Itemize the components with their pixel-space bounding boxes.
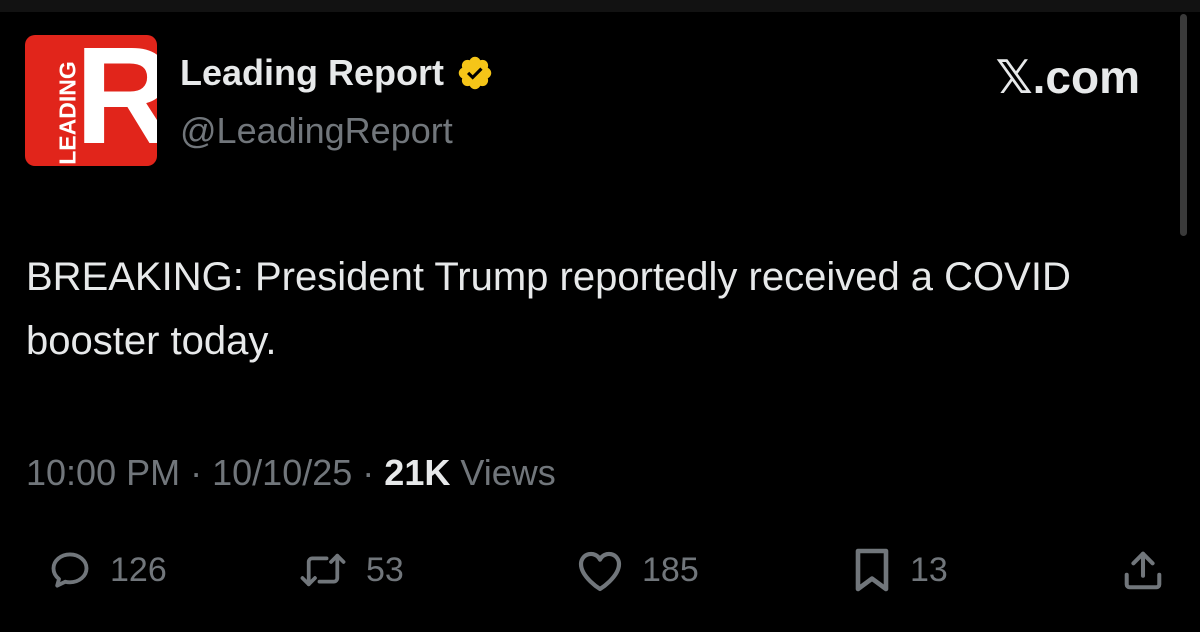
reply-button[interactable]: 126 bbox=[48, 543, 167, 597]
top-bar bbox=[0, 0, 1200, 12]
display-name[interactable]: Leading Report bbox=[180, 50, 444, 96]
brand-domain: .com bbox=[1032, 51, 1140, 103]
avatar-letter: R bbox=[75, 35, 157, 166]
meta-separator: · bbox=[190, 452, 203, 493]
brand-mark: 𝕏.com bbox=[996, 49, 1140, 105]
share-button[interactable] bbox=[1120, 543, 1166, 597]
share-icon bbox=[1124, 551, 1162, 590]
bookmark-icon bbox=[855, 548, 889, 592]
bookmark-button[interactable]: 13 bbox=[852, 543, 948, 597]
tweet-text: BREAKING: President Trump reportedly rec… bbox=[26, 255, 1071, 363]
tweet-date[interactable]: 10/10/25 bbox=[212, 452, 352, 493]
action-bar: 126 53 185 13 bbox=[0, 543, 1200, 597]
like-count: 185 bbox=[642, 550, 699, 589]
tweet-meta: 10:00 PM · 10/10/25 · 21K Views bbox=[26, 450, 556, 496]
repost-icon bbox=[300, 553, 346, 587]
heart-icon bbox=[578, 551, 622, 592]
reply-count: 126 bbox=[110, 550, 167, 589]
repost-count: 53 bbox=[366, 550, 404, 589]
meta-separator: · bbox=[362, 452, 375, 493]
like-button[interactable]: 185 bbox=[576, 543, 699, 597]
bookmark-count: 13 bbox=[910, 550, 948, 589]
author-handle[interactable]: @LeadingReport bbox=[180, 108, 453, 154]
repost-button[interactable]: 53 bbox=[298, 543, 404, 597]
views-count: 21K bbox=[384, 452, 451, 493]
avatar[interactable]: LEADING R bbox=[25, 35, 157, 166]
author-name-row: Leading Report bbox=[180, 50, 494, 96]
views-label: Views bbox=[460, 452, 556, 493]
verified-badge-icon bbox=[456, 54, 494, 92]
x-logo-icon: 𝕏 bbox=[995, 50, 1033, 104]
reply-icon bbox=[51, 552, 89, 588]
scrollbar[interactable] bbox=[1180, 14, 1187, 236]
tweet-time[interactable]: 10:00 PM bbox=[26, 452, 180, 493]
